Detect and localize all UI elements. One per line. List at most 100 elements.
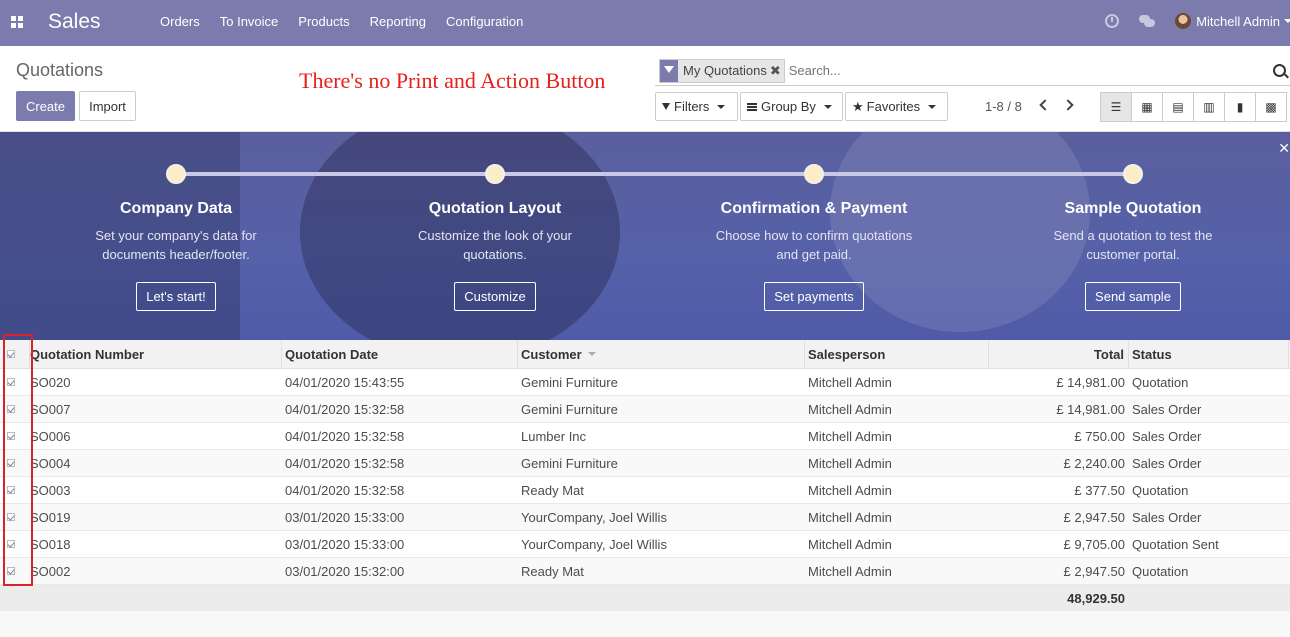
menu-item-to-invoice[interactable]: To Invoice	[210, 14, 289, 29]
cell-quotation-number: SO018	[30, 536, 71, 552]
step-company-data: Company Data Set your company's data for…	[46, 200, 306, 311]
table-row[interactable]: SO004 04/01/2020 15:32:58 Gemini Furniture…	[0, 450, 1290, 477]
import-button[interactable]: Import	[79, 91, 136, 121]
cell-salesperson: Mitchell Admin	[808, 482, 892, 498]
cell-status: Sales Order	[1132, 401, 1202, 417]
table-row[interactable]: SO006 04/01/2020 15:32:58 Lumber Inc Mitche…	[0, 423, 1290, 450]
menu-item-orders[interactable]: Orders	[150, 14, 210, 29]
chevron-right-icon[interactable]	[1062, 99, 1074, 111]
facet-label: My Quotations	[683, 63, 767, 78]
step-dot	[804, 164, 824, 184]
cell-customer: Ready Mat	[521, 563, 584, 579]
graph-view-icon[interactable]: ▮	[1224, 92, 1256, 122]
table-row[interactable]: SO019 03/01/2020 15:33:00 YourCompany, Joe…	[0, 504, 1290, 531]
table-header: Quotation Number Quotation Date Customer…	[0, 340, 1290, 369]
kanban-view-icon[interactable]: ▦	[1131, 92, 1163, 122]
filters-label: Filters	[674, 99, 710, 114]
apps-menu-icon[interactable]	[11, 16, 23, 28]
send-sample-button[interactable]: Send sample	[1085, 282, 1181, 311]
menu-item-reporting[interactable]: Reporting	[360, 14, 436, 29]
search-icon[interactable]	[1273, 64, 1286, 77]
pager-value[interactable]: 1-8 / 8	[985, 99, 1022, 114]
activity-view-icon[interactable]: ▩	[1255, 92, 1287, 122]
menu-item-products[interactable]: Products	[288, 14, 359, 29]
table-body: SO020 04/01/2020 15:43:55 Gemini Furniture…	[0, 369, 1290, 585]
cell-total: £ 14,981.00	[1056, 401, 1125, 417]
step-dot	[485, 164, 505, 184]
activity-clock-icon[interactable]	[1105, 14, 1120, 28]
chevron-left-icon[interactable]	[1039, 99, 1051, 111]
step-description: Set your company's data for documents hea…	[95, 228, 257, 262]
customize-button[interactable]: Customize	[454, 282, 536, 311]
cell-quotation-date: 03/01/2020 15:32:00	[285, 563, 405, 579]
app-brand[interactable]: Sales	[48, 10, 101, 34]
cell-status: Sales Order	[1132, 509, 1202, 525]
column-header-total[interactable]: Total	[989, 340, 1129, 368]
group-by-button[interactable]: Group By	[740, 92, 843, 121]
cell-customer: YourCompany, Joel Willis	[521, 536, 667, 552]
column-header-salesperson[interactable]: Salesperson	[805, 340, 989, 368]
cell-status: Quotation	[1132, 482, 1189, 498]
cell-status: Sales Order	[1132, 455, 1202, 471]
annotation-text: There's no Print and Action Button	[299, 68, 606, 93]
step-title: Quotation Layout	[428, 200, 562, 217]
list-view-icon[interactable]: ☰	[1100, 92, 1132, 122]
table-row[interactable]: SO018 03/01/2020 15:33:00 YourCompany, Joe…	[0, 531, 1290, 558]
page-title: Quotations	[16, 60, 104, 80]
step-description: Send a quotation to test the customer por…	[1053, 228, 1213, 262]
column-header-date[interactable]: Quotation Date	[282, 340, 518, 368]
navbar-systray: Mitchell Admin	[1105, 13, 1290, 29]
favorites-label: Favorites	[866, 99, 921, 114]
filter-icon	[662, 103, 670, 110]
chevron-down-icon[interactable]	[1284, 19, 1290, 23]
cell-quotation-date: 04/01/2020 15:32:58	[285, 428, 405, 444]
lets-start-button[interactable]: Let's start!	[136, 282, 216, 311]
step-dot	[166, 164, 186, 184]
column-header-number[interactable]: Quotation Number	[30, 340, 282, 368]
cell-quotation-number: SO020	[30, 374, 71, 390]
table-footer: 48,929.50	[0, 585, 1290, 611]
step-title: Company Data	[119, 200, 233, 217]
avatar[interactable]	[1175, 13, 1192, 29]
create-button[interactable]: Create	[16, 91, 75, 121]
annotation-highlight-box	[3, 334, 33, 586]
favorites-button[interactable]: ★ Favorites	[845, 92, 948, 121]
bars-icon	[747, 102, 757, 111]
calendar-view-icon[interactable]: ▤	[1162, 92, 1194, 122]
menu-item-configuration[interactable]: Configuration	[436, 14, 533, 29]
table-row[interactable]: SO003 04/01/2020 15:32:58 Ready Mat Mitchel…	[0, 477, 1290, 504]
close-icon[interactable]: ✕	[1278, 140, 1290, 157]
close-icon[interactable]: ✖	[770, 63, 784, 79]
cell-quotation-date: 04/01/2020 15:32:58	[285, 401, 405, 417]
filters-button[interactable]: Filters	[655, 92, 738, 121]
cell-quotation-number: SO004	[30, 455, 71, 471]
step-dot	[1123, 164, 1143, 184]
table-row[interactable]: SO020 04/01/2020 15:43:55 Gemini Furniture…	[0, 369, 1290, 396]
messaging-chat-icon[interactable]	[1139, 15, 1156, 27]
cell-total: £ 377.50	[1074, 482, 1125, 498]
column-header-status[interactable]: Status	[1129, 340, 1289, 368]
table-row[interactable]: SO007 04/01/2020 15:32:58 Gemini Furniture…	[0, 396, 1290, 423]
step-sample-quotation: Sample Quotation Send a quotation to tes…	[1003, 200, 1263, 311]
search-facet[interactable]: My Quotations ✖	[659, 58, 785, 83]
cell-quotation-date: 04/01/2020 15:32:58	[285, 482, 405, 498]
cell-customer: Gemini Furniture	[521, 455, 618, 471]
cell-status: Quotation Sent	[1132, 536, 1219, 552]
cell-salesperson: Mitchell Admin	[808, 509, 892, 525]
set-payments-button[interactable]: Set payments	[764, 282, 864, 311]
cell-quotation-date: 03/01/2020 15:33:00	[285, 509, 405, 525]
pivot-view-icon[interactable]: ▥	[1193, 92, 1225, 122]
top-navbar: Sales Orders To Invoice Products Reporti…	[0, 0, 1290, 46]
cell-total: £ 9,705.00	[1063, 536, 1125, 552]
view-switcher: ☰ ▦ ▤ ▥ ▮ ▩	[1100, 92, 1287, 122]
search-bar: My Quotations ✖	[655, 56, 1290, 86]
table-row[interactable]: SO002 03/01/2020 15:32:00 Ready Mat Mitchel…	[0, 558, 1290, 585]
search-input[interactable]	[788, 63, 1259, 78]
chevron-down-icon	[823, 104, 832, 109]
step-confirmation-payment: Confirmation & Payment Choose how to con…	[684, 200, 944, 311]
user-menu-name[interactable]: Mitchell Admin	[1196, 14, 1280, 29]
column-header-customer[interactable]: Customer	[518, 340, 805, 368]
cell-salesperson: Mitchell Admin	[808, 536, 892, 552]
cell-salesperson: Mitchell Admin	[808, 455, 892, 471]
cell-total: £ 14,981.00	[1056, 374, 1125, 390]
